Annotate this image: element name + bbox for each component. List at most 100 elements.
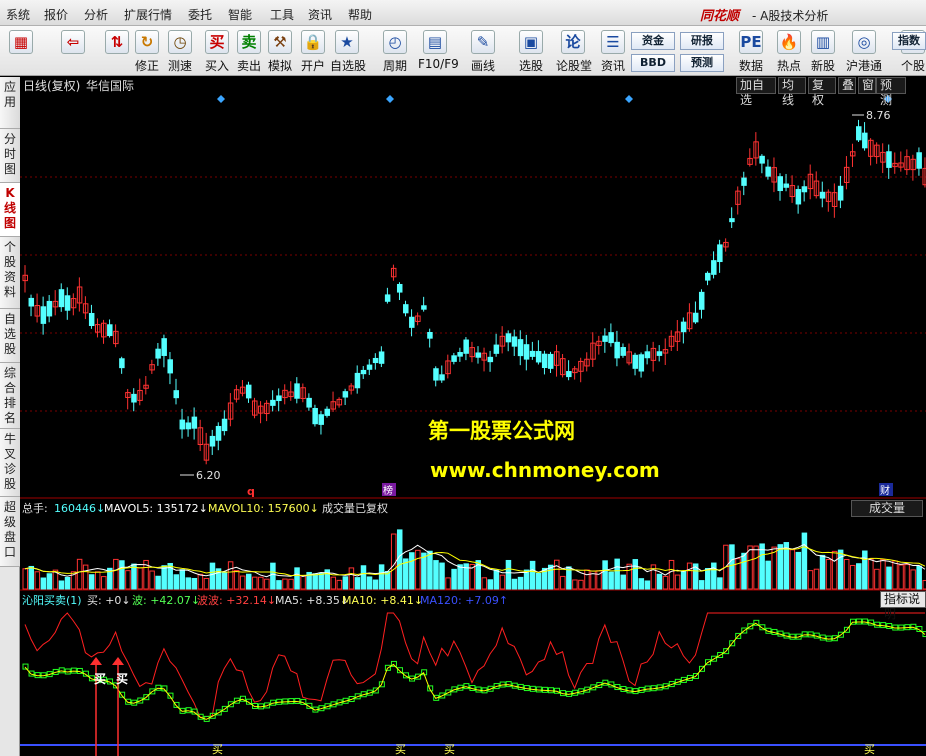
candle-body[interactable] <box>729 218 735 223</box>
kline-tag-button[interactable]: 叠 <box>838 77 856 94</box>
candle-body[interactable] <box>119 358 125 369</box>
kline-tag-button[interactable]: 窗 <box>858 77 876 94</box>
candle-body[interactable] <box>566 371 572 378</box>
kline-tag-button[interactable]: 加自选 <box>736 77 776 107</box>
event-marker-cai[interactable]: 财 <box>880 484 890 497</box>
sidebar-item[interactable]: 个股资料 <box>0 237 20 309</box>
candle-body[interactable] <box>46 300 53 317</box>
kline-tag-button[interactable]: 复权 <box>808 77 836 107</box>
candle-body[interactable] <box>541 353 548 369</box>
candle-body[interactable] <box>517 339 524 357</box>
candle-body[interactable] <box>245 384 252 399</box>
candle-body[interactable] <box>306 397 312 408</box>
candle-body[interactable] <box>608 332 614 344</box>
toolbar-button-clock[interactable]: ◷ 测速 <box>163 28 197 74</box>
candle-body[interactable] <box>638 354 645 372</box>
toolbar-button-hammer[interactable]: ⚒ 模拟 <box>263 28 297 74</box>
candle-body[interactable] <box>523 344 530 360</box>
index-button[interactable]: 指数 <box>892 32 926 50</box>
candle-body[interactable] <box>505 333 512 343</box>
candle-body[interactable] <box>318 414 324 425</box>
candle-body[interactable] <box>131 393 137 403</box>
candle-body[interactable] <box>741 177 747 186</box>
candle-body[interactable] <box>862 132 868 149</box>
candle-body[interactable] <box>215 425 222 441</box>
candle-body[interactable] <box>759 155 765 164</box>
candle-body[interactable] <box>179 419 186 430</box>
kline-tag-button[interactable]: 预测 <box>876 77 906 107</box>
candle-body[interactable] <box>167 359 173 374</box>
candle-body[interactable] <box>777 176 783 192</box>
toolbar-small-button[interactable]: BBD <box>631 54 675 72</box>
toolbar-button-buy[interactable]: 买买入 <box>200 28 234 74</box>
candle-body[interactable] <box>64 295 71 311</box>
toolbar-small-button[interactable]: 研报 <box>680 32 724 50</box>
toolbar-button-lock[interactable]: 🔒 开户 <box>296 28 330 74</box>
candle-body[interactable] <box>680 321 687 333</box>
toolbar-button-new-stock[interactable]: ▥ 新股 <box>806 28 840 74</box>
toolbar-button-period-clock[interactable]: ◴ 周期 <box>378 28 412 74</box>
candle-body[interactable] <box>155 348 161 359</box>
candle-body[interactable] <box>161 338 167 356</box>
candle-body[interactable] <box>656 351 663 356</box>
candle-body[interactable] <box>475 352 481 358</box>
sidebar-item[interactable]: 牛叉诊股 <box>0 429 20 497</box>
candle-body[interactable] <box>451 355 457 362</box>
candle-body[interactable] <box>620 347 626 356</box>
toolbar-button-star[interactable]: ★ 自选股 <box>330 28 366 74</box>
toolbar-button-colorful-grid[interactable]: ▦ <box>4 28 38 74</box>
menu-item[interactable]: 智能 <box>228 6 252 23</box>
menu-item[interactable]: 扩展行情 <box>124 6 172 23</box>
toolbar-button-up-down-arrow[interactable]: ⇅ <box>100 28 134 74</box>
candle-body[interactable] <box>58 289 65 308</box>
candle-body[interactable] <box>837 185 844 201</box>
candle-body[interactable] <box>433 368 439 381</box>
candle-body[interactable] <box>378 351 385 364</box>
candle-body[interactable] <box>711 260 717 275</box>
candle-body[interactable] <box>439 374 445 381</box>
toolbar-button-hot[interactable]: 🔥 热点 <box>772 28 806 74</box>
toolbar-button-stock-screen[interactable]: ▣ 选股 <box>514 28 548 74</box>
indicator-help-button[interactable]: 指标说明 <box>880 591 926 621</box>
candle-body[interactable] <box>396 283 403 293</box>
toolbar-button-sell[interactable]: 卖卖出 <box>232 28 266 74</box>
candle-body[interactable] <box>765 166 771 177</box>
candle-body[interactable] <box>421 305 427 310</box>
candle-body[interactable] <box>342 391 349 398</box>
event-marker-q[interactable]: q <box>247 485 255 498</box>
toolbar-button-back-arrow[interactable]: ⇦ <box>56 28 90 74</box>
candle-body[interactable] <box>191 416 198 429</box>
kline-tag-button[interactable]: 均线 <box>778 77 806 107</box>
candle-body[interactable] <box>366 364 373 370</box>
candle-body[interactable] <box>372 357 379 364</box>
candle-body[interactable] <box>632 354 639 369</box>
candle-body[interactable] <box>856 126 862 141</box>
toolbar-small-button[interactable]: 资金 <box>631 32 675 50</box>
toolbar-button-pe-data[interactable]: PE 数据 <box>734 28 768 74</box>
menu-item[interactable]: 系统 <box>6 6 30 23</box>
candle-body[interactable] <box>529 350 536 357</box>
candle-body[interactable] <box>886 151 892 168</box>
candle-body[interactable] <box>40 306 47 324</box>
menu-item[interactable]: 资讯 <box>308 6 332 23</box>
candle-body[interactable] <box>221 418 228 432</box>
candle-body[interactable] <box>457 352 463 357</box>
candle-body[interactable] <box>294 383 300 399</box>
candle-body[interactable] <box>427 331 433 339</box>
candle-body[interactable] <box>547 353 554 369</box>
menu-item[interactable]: 分析 <box>84 6 108 23</box>
toolbar-button-f10[interactable]: ▤ F10/F9 <box>418 28 459 74</box>
kline-chart-area[interactable]: 日线(复权) 华信国际 8.76 6.20 第一股票公式网 www.chnmon… <box>20 77 926 756</box>
candle-body[interactable] <box>324 408 330 416</box>
candle-body[interactable] <box>487 356 494 363</box>
candle-body[interactable] <box>698 291 705 310</box>
candle-body[interactable] <box>88 312 95 327</box>
candle-body[interactable] <box>209 435 216 447</box>
toolbar-button-news[interactable]: ☰ 资讯 <box>596 28 630 74</box>
candle-body[interactable] <box>692 312 699 323</box>
candle-body[interactable] <box>185 422 192 430</box>
sidebar-item[interactable]: 应用 <box>0 77 20 129</box>
sidebar-item[interactable]: 自选股 <box>0 309 20 363</box>
candle-body[interactable] <box>535 351 542 363</box>
candle-body[interactable] <box>801 186 808 193</box>
